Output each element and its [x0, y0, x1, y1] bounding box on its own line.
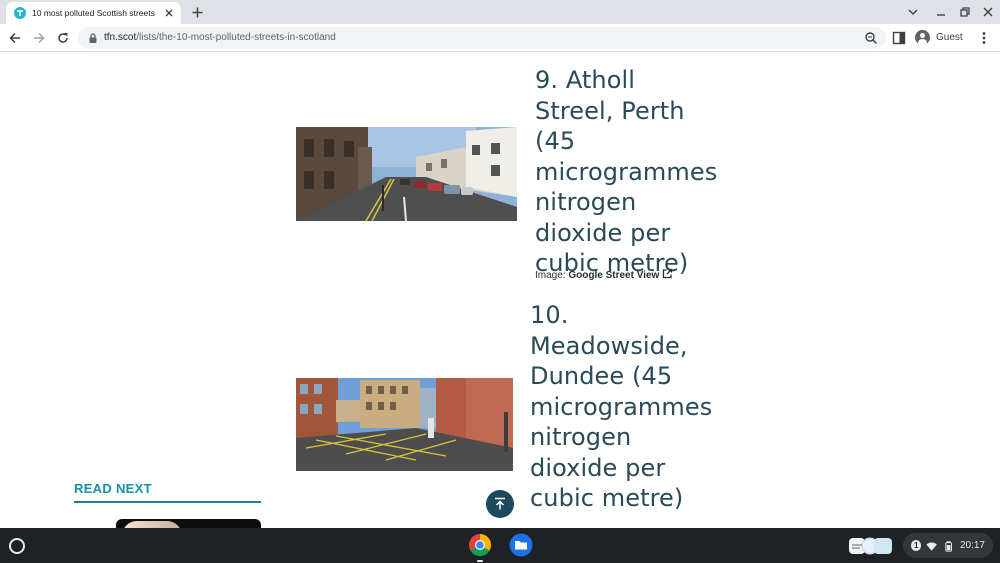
tfn-favicon — [14, 7, 26, 19]
entry-9-title: 9. Atholl Streel, Perth (45 microgrammes… — [535, 66, 718, 277]
active-app-indicator — [477, 560, 483, 562]
system-shelf: 1 20:17 — [0, 528, 1000, 563]
entry-10-title: 10. Meadowside, Dundee (45 microgrammes … — [530, 301, 713, 512]
browser-toolbar: tfn.scot/lists/the-10-most-polluted-stre… — [0, 24, 1000, 52]
url-text[interactable]: tfn.scot/lists/the-10-most-polluted-stre… — [104, 32, 336, 43]
meadowside-photo — [296, 378, 513, 471]
status-area[interactable]: 1 20:17 — [903, 533, 993, 558]
clock: 20:17 — [959, 540, 985, 551]
zoom-icon[interactable] — [864, 31, 878, 45]
notification-count: 1 — [911, 540, 922, 551]
close-icon[interactable] — [163, 7, 175, 19]
google-street-view-link[interactable]: Google Street View — [568, 270, 659, 281]
files-icon[interactable] — [509, 533, 533, 557]
profile-label: Guest — [936, 31, 963, 43]
launcher-icon[interactable] — [9, 538, 25, 554]
holding-space-icon[interactable] — [848, 535, 896, 557]
atholl-street-photo — [296, 127, 517, 221]
lock-icon[interactable] — [87, 32, 99, 44]
url-path: /lists/the-10-most-polluted-streets-in-s… — [136, 32, 336, 43]
restore-icon[interactable] — [957, 4, 973, 20]
read-next-thumbnail[interactable] — [116, 519, 261, 528]
caption-prefix: Image: — [535, 270, 566, 281]
side-panel-icon[interactable] — [892, 31, 906, 45]
more-vert-icon[interactable] — [976, 30, 992, 46]
minimize-icon[interactable] — [933, 4, 949, 20]
plus-icon[interactable] — [188, 4, 206, 20]
wifi-icon — [926, 542, 938, 551]
url-host: tfn.scot — [104, 32, 137, 43]
forward-icon[interactable] — [31, 30, 47, 46]
back-icon[interactable] — [7, 30, 23, 46]
arrow-up-icon — [495, 497, 505, 510]
profile-button[interactable]: Guest — [912, 27, 969, 47]
battery-icon — [945, 540, 952, 552]
read-next-heading: READ NEXT — [74, 481, 261, 503]
chrome-icon[interactable] — [468, 533, 492, 557]
chevron-down-icon[interactable] — [905, 4, 921, 20]
back-to-top-button[interactable] — [486, 490, 514, 518]
reload-icon[interactable] — [55, 30, 71, 46]
tab-title: 10 most polluted Scottish streets — [32, 8, 155, 18]
avatar — [915, 29, 930, 45]
tab-strip: 10 most polluted Scottish streets — [0, 0, 1000, 24]
tab-active[interactable]: 10 most polluted Scottish streets — [6, 2, 181, 24]
close-window-icon[interactable] — [980, 4, 996, 20]
external-link-icon[interactable] — [662, 268, 673, 279]
address-bar[interactable]: tfn.scot/lists/the-10-most-polluted-stre… — [78, 27, 886, 49]
page-content: 9. Atholl Streel, Perth (45 microgrammes… — [0, 53, 1000, 528]
image-caption: Image: Google Street View — [535, 268, 673, 281]
